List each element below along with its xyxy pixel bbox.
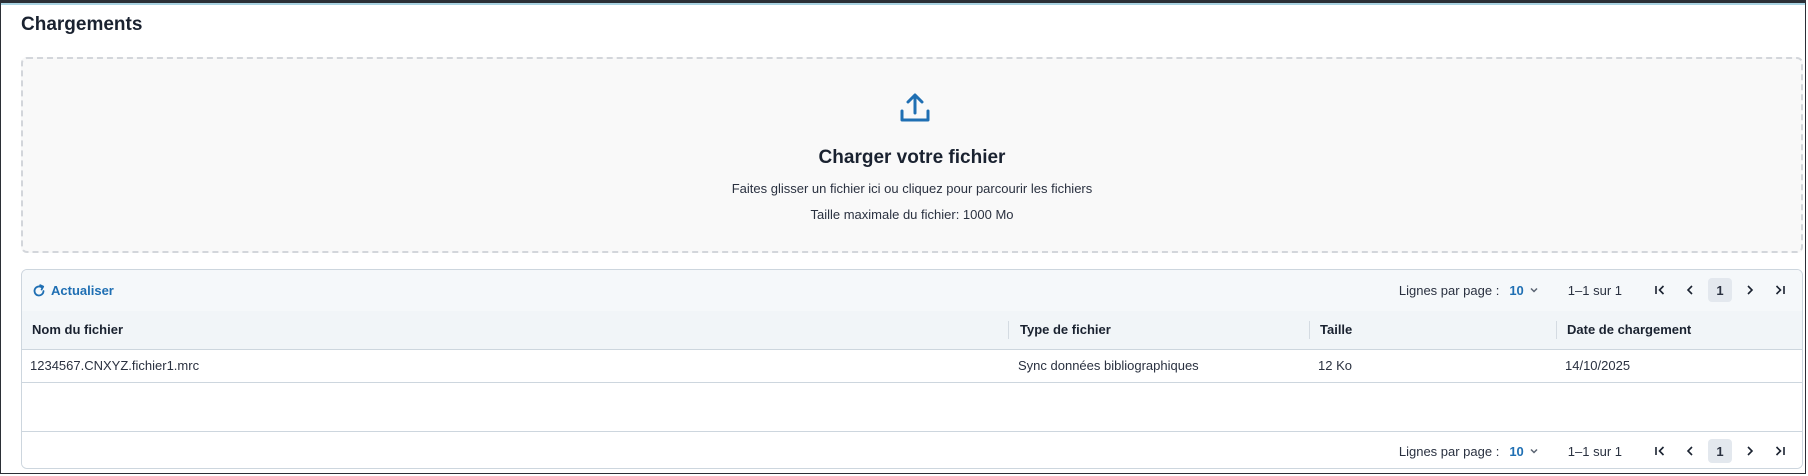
column-header-upload-date[interactable]: Date de chargement: [1567, 311, 1691, 349]
column-divider: [1556, 321, 1557, 339]
refresh-icon: [33, 283, 45, 296]
cell-file-name: 1234567.CNXYZ.fichier1.mrc: [30, 358, 200, 373]
column-header-size[interactable]: Taille: [1320, 311, 1352, 349]
top-pagination: Lignes par page : 10 1–1 sur 1 1: [1399, 270, 1802, 310]
refresh-label: Actualiser: [51, 283, 114, 298]
page-title: Chargements: [21, 14, 143, 35]
cell-size: 12 Ko: [1318, 358, 1352, 373]
chevron-left-icon: [1686, 285, 1693, 295]
cell-file-type: Sync données bibliographiques: [1018, 358, 1199, 373]
table-footer: Lignes par page : 10 1–1 sur 1 1: [22, 431, 1802, 468]
first-page-button[interactable]: [1648, 439, 1672, 463]
dropzone-title: Charger votre fichier: [818, 147, 1006, 168]
rows-per-page-label: Lignes par page :: [1398, 282, 1500, 298]
chevron-right-icon: [1747, 285, 1754, 295]
pagination-range: 1–1 sur 1: [1567, 443, 1622, 459]
files-table-card: Actualiser Lignes par page : 10 1–1 sur …: [21, 269, 1803, 469]
last-page-button[interactable]: [1768, 439, 1792, 463]
rows-per-page-select[interactable]: 10: [1509, 444, 1539, 459]
file-dropzone[interactable]: Charger votre fichier Faites glisser un …: [21, 57, 1803, 253]
dropzone-max-size: Taille maximale du fichier: 1000 Mo: [810, 207, 1014, 222]
current-page-button[interactable]: 1: [1708, 439, 1732, 463]
column-divider: [1309, 321, 1310, 339]
rows-per-page-value: 10: [1509, 443, 1524, 459]
chevron-down-icon: [1530, 287, 1538, 293]
column-header-file-type[interactable]: Type de fichier: [1020, 311, 1111, 349]
refresh-button[interactable]: Actualiser: [32, 283, 114, 298]
cell-upload-date: 14/10/2025: [1565, 358, 1631, 373]
table-toolbar: Actualiser Lignes par page : 10 1–1 sur …: [22, 270, 1802, 312]
table-header: Nom du fichier Type de fichier Taille Da…: [22, 311, 1802, 350]
last-page-icon: [1775, 285, 1785, 295]
last-page-button[interactable]: [1768, 278, 1792, 302]
column-divider: [1008, 321, 1009, 339]
first-page-icon: [1655, 446, 1665, 456]
first-page-icon: [1655, 285, 1665, 295]
column-header-file-name[interactable]: Nom du fichier: [32, 311, 123, 349]
chevron-down-icon: [1530, 448, 1538, 454]
current-page-button[interactable]: 1: [1708, 278, 1732, 302]
dropzone-instructions: Faites glisser un fichier ici ou cliquez…: [731, 181, 1093, 196]
bottom-pagination: Lignes par page : 10 1–1 sur 1 1: [1398, 432, 1802, 468]
pagination-range: 1–1 sur 1: [1567, 282, 1622, 298]
previous-page-button[interactable]: [1678, 439, 1702, 463]
table-row[interactable]: 1234567.CNXYZ.fichier1.mrc Sync données …: [22, 349, 1802, 383]
first-page-button[interactable]: [1648, 278, 1672, 302]
chevron-right-icon: [1747, 446, 1754, 456]
rows-per-page-label: Lignes par page :: [1398, 443, 1500, 459]
chevron-left-icon: [1686, 446, 1693, 456]
rows-per-page-value: 10: [1509, 282, 1524, 298]
last-page-icon: [1775, 446, 1785, 456]
upload-icon: [900, 93, 930, 122]
next-page-button[interactable]: [1738, 439, 1762, 463]
rows-per-page-select[interactable]: 10: [1509, 283, 1539, 298]
previous-page-button[interactable]: [1678, 278, 1702, 302]
next-page-button[interactable]: [1738, 278, 1762, 302]
